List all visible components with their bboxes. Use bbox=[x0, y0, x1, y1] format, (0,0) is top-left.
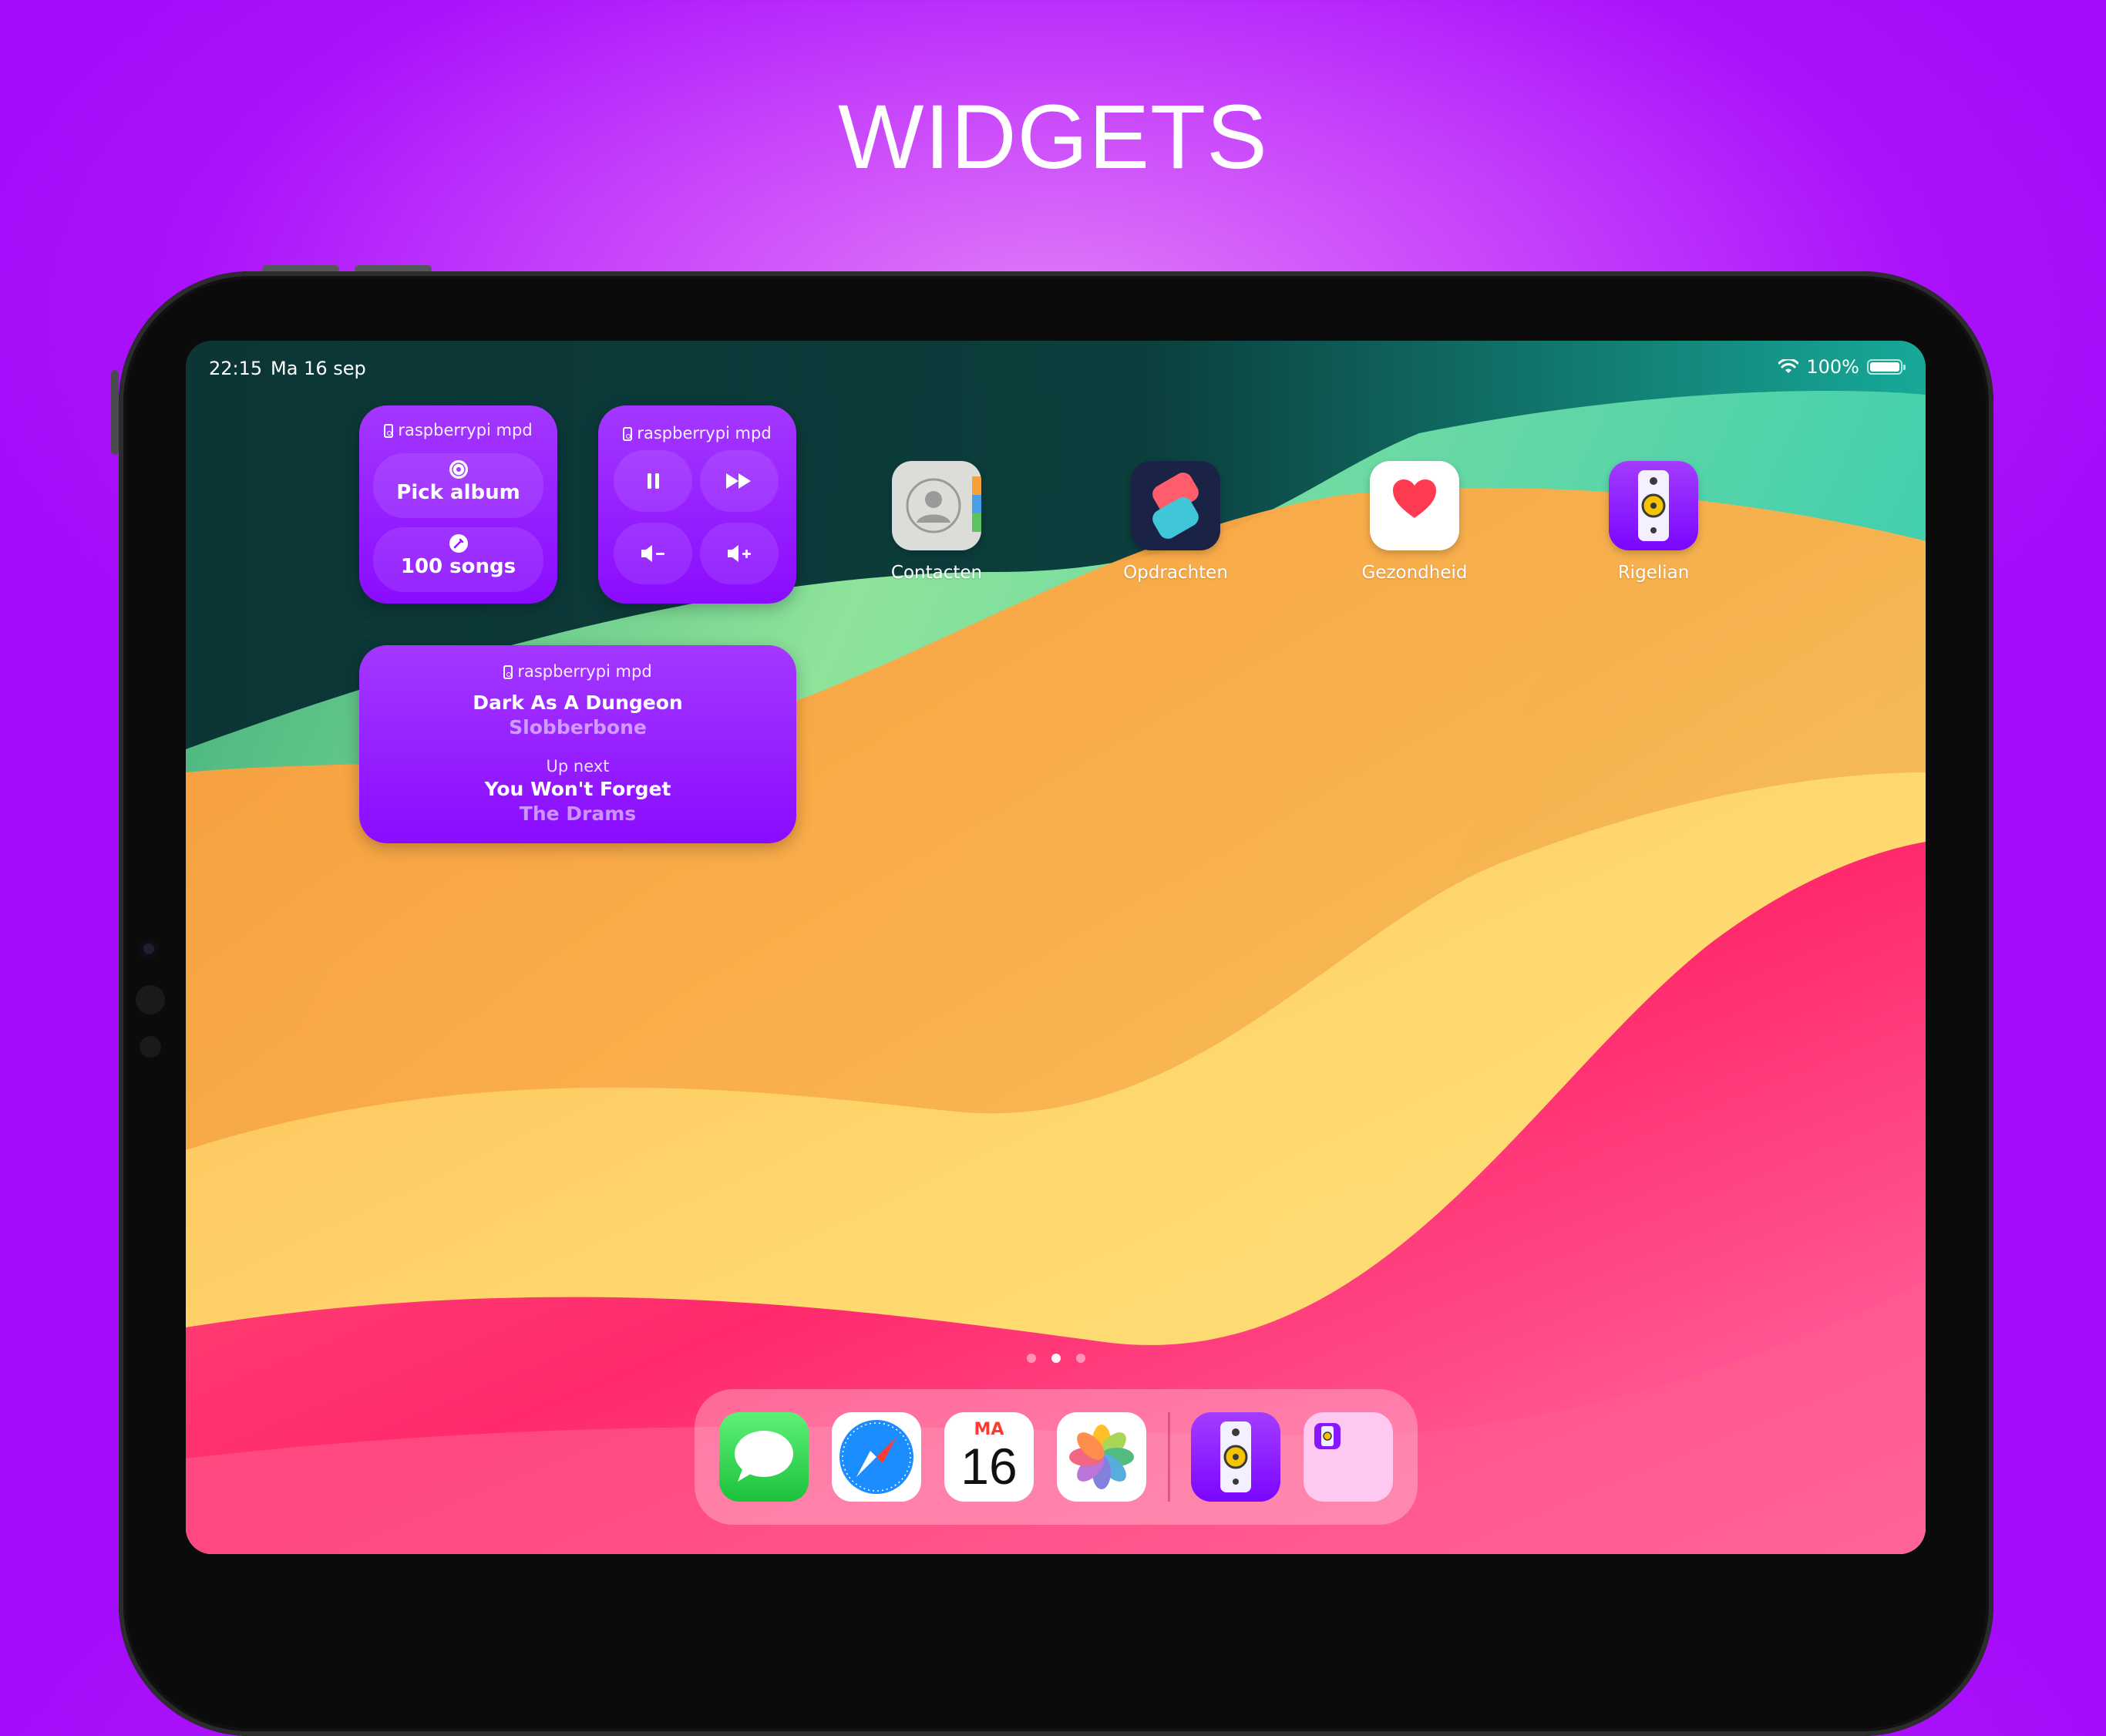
page-dot-3[interactable] bbox=[1075, 1354, 1085, 1363]
pause-icon bbox=[648, 473, 659, 489]
guitar-icon bbox=[449, 534, 468, 553]
app-gezondheid[interactable]: Gezondheid bbox=[1361, 461, 1468, 583]
speaker-icon bbox=[384, 424, 394, 438]
player-controls-widget: raspberrypi mpd bbox=[598, 405, 796, 604]
app-contacten[interactable]: Contacten bbox=[891, 461, 982, 583]
rigelian-icon[interactable] bbox=[1191, 1412, 1280, 1502]
fast-forward-button[interactable] bbox=[700, 450, 779, 512]
speaker-icon bbox=[503, 665, 513, 679]
page-dot-2[interactable] bbox=[1051, 1354, 1061, 1363]
pick-album-button[interactable]: Pick album bbox=[373, 453, 543, 518]
sensor-2 bbox=[140, 1036, 161, 1058]
home-screen: 22:15 Ma 16 sep 100% raspberrypi mpd Pic… bbox=[186, 341, 1926, 1554]
shortcuts-icon bbox=[1131, 461, 1220, 550]
current-song: Dark As A Dungeon bbox=[473, 691, 683, 714]
wifi-icon bbox=[1778, 359, 1799, 373]
dock: MA 16 bbox=[695, 1389, 1418, 1525]
status-time: 22:15 bbox=[209, 358, 263, 379]
status-right: 100% bbox=[1778, 356, 1906, 378]
speaker-icon bbox=[623, 427, 633, 441]
pick-album-widget[interactable]: raspberrypi mpd Pick album 100 songs bbox=[359, 405, 557, 604]
battery-percent: 100% bbox=[1806, 356, 1859, 378]
speaker-icon bbox=[1609, 461, 1698, 550]
page-dot-1[interactable] bbox=[1026, 1354, 1036, 1363]
sensor-1 bbox=[136, 985, 165, 1014]
app-opdrachten[interactable]: Opdrachten bbox=[1123, 461, 1228, 583]
app-rigelian[interactable]: Rigelian bbox=[1609, 461, 1698, 583]
messages-icon[interactable] bbox=[719, 1412, 809, 1502]
contacts-icon bbox=[892, 461, 981, 550]
calendar-date: 16 bbox=[960, 1438, 1018, 1495]
songs-button[interactable]: 100 songs bbox=[373, 527, 543, 592]
fast-forward-icon bbox=[726, 473, 751, 489]
widget-title: raspberrypi mpd bbox=[359, 421, 557, 439]
battery-icon bbox=[1867, 359, 1906, 375]
now-playing-widget[interactable]: raspberrypi mpd Dark As A Dungeon Slobbe… bbox=[359, 645, 796, 843]
widget-title: raspberrypi mpd bbox=[359, 662, 796, 681]
side-button bbox=[111, 370, 119, 455]
dock-divider bbox=[1168, 1412, 1170, 1502]
vinyl-icon bbox=[449, 460, 468, 479]
headline: WIDGETS bbox=[838, 86, 1268, 188]
current-artist: Slobberbone bbox=[509, 716, 647, 738]
volume-up-button[interactable] bbox=[700, 523, 779, 584]
next-song: You Won't Forget bbox=[484, 778, 671, 800]
front-camera bbox=[139, 939, 159, 959]
calendar-icon[interactable]: MA 16 bbox=[944, 1412, 1034, 1502]
status-bar: 22:15 Ma 16 sep 100% bbox=[186, 341, 1926, 395]
up-next-label: Up next bbox=[546, 757, 610, 775]
photos-icon[interactable] bbox=[1057, 1412, 1146, 1502]
health-icon bbox=[1370, 461, 1459, 550]
volume-up-icon bbox=[728, 545, 751, 562]
status-date: Ma 16 sep bbox=[271, 358, 366, 379]
safari-icon[interactable] bbox=[832, 1412, 921, 1502]
volume-down-button[interactable] bbox=[614, 523, 692, 584]
page-indicator[interactable] bbox=[186, 1351, 1926, 1366]
app-library-icon[interactable] bbox=[1304, 1412, 1393, 1502]
pause-button[interactable] bbox=[614, 450, 692, 512]
volume-down-icon bbox=[641, 545, 664, 562]
widget-title: raspberrypi mpd bbox=[598, 424, 796, 442]
next-artist: The Drams bbox=[519, 802, 637, 825]
